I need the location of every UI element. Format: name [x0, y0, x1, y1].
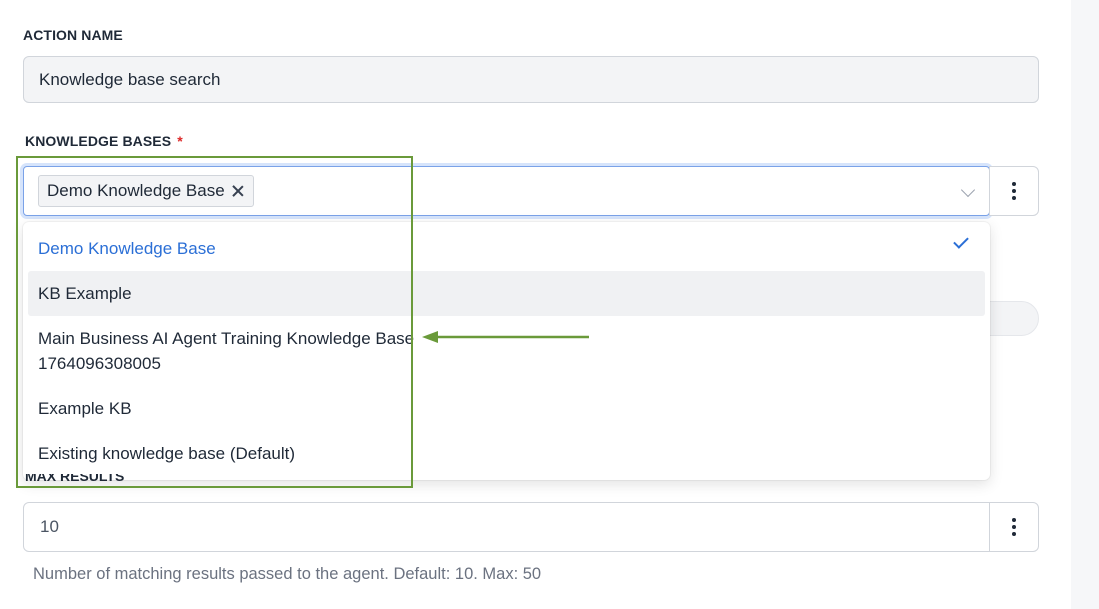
more-vertical-icon — [1012, 518, 1016, 536]
remove-chip-icon[interactable] — [231, 184, 245, 198]
knowledge-bases-dropdown: Demo Knowledge Base KB Example Main Busi… — [23, 222, 990, 480]
option-label: Demo Knowledge Base — [38, 239, 216, 258]
action-name-input[interactable]: Knowledge base search — [23, 56, 1039, 103]
max-results-more-button[interactable] — [989, 502, 1039, 552]
selected-chip: Demo Knowledge Base — [38, 175, 254, 207]
required-marker: * — [177, 133, 183, 149]
knowledge-bases-label-text: KNOWLEDGE BASES — [25, 133, 172, 149]
right-panel-strip — [1071, 0, 1099, 609]
action-name-label: ACTION NAME — [23, 27, 123, 43]
option-label: Example KB — [38, 399, 132, 418]
check-icon — [953, 233, 969, 249]
option-label: Main Business AI Agent Training Knowledg… — [38, 329, 415, 373]
option-kb-example[interactable]: KB Example — [28, 271, 985, 316]
option-main-business-kb[interactable]: Main Business AI Agent Training Knowledg… — [28, 316, 985, 386]
knowledge-bases-select[interactable]: Demo Knowledge Base — [23, 166, 990, 216]
more-vertical-icon — [1012, 182, 1016, 200]
knowledge-bases-label: KNOWLEDGE BASES * — [25, 133, 183, 149]
max-results-input[interactable]: 10 — [23, 502, 990, 552]
option-existing-knowledge-base[interactable]: Existing knowledge base (Default) — [28, 431, 985, 476]
knowledge-bases-more-button[interactable] — [989, 166, 1039, 216]
option-example-kb[interactable]: Example KB — [28, 386, 985, 431]
chevron-down-icon[interactable] — [960, 182, 976, 198]
option-demo-knowledge-base[interactable]: Demo Knowledge Base — [28, 226, 985, 271]
option-label: Existing knowledge base (Default) — [38, 444, 296, 463]
max-results-help-text: Number of matching results passed to the… — [33, 565, 542, 583]
max-results-label: MAX RESULTS — [25, 474, 125, 484]
chip-label: Demo Knowledge Base — [47, 181, 225, 200]
option-label: KB Example — [38, 284, 132, 303]
